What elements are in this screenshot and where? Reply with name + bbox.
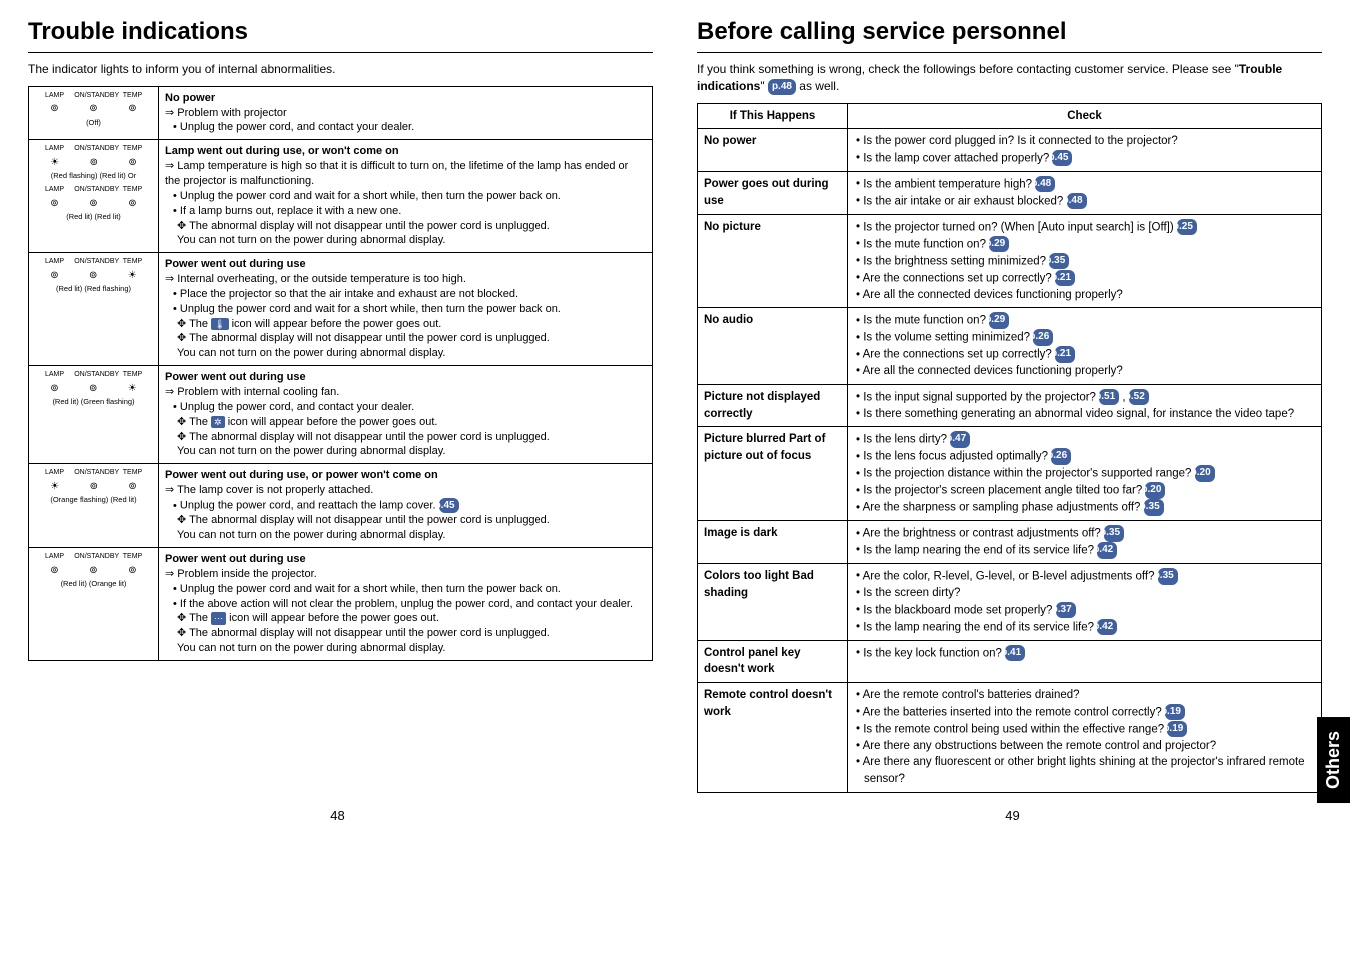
- page-number-left: 48: [330, 808, 344, 823]
- page-right: Before calling service personnel If you …: [675, 0, 1350, 833]
- page-ref: p.20: [1145, 482, 1165, 499]
- page-left: Trouble indications The indicator lights…: [0, 0, 675, 833]
- page-ref: p.21: [1055, 346, 1075, 363]
- page-ref: p.45: [1052, 150, 1072, 167]
- page-ref: p.42: [1097, 542, 1117, 559]
- page-ref: p.19: [1165, 704, 1185, 721]
- trouble-intro: The indicator lights to inform you of in…: [28, 61, 653, 78]
- check-table: If This Happens Check No powerIs the pow…: [697, 103, 1322, 793]
- page-ref: p.51: [1099, 389, 1119, 406]
- symptom: Picture blurred Part of picture out of f…: [698, 427, 848, 521]
- page-ref: p.47: [950, 431, 970, 448]
- indicator-description: No powerProblem with projectorUnplug the…: [159, 86, 653, 140]
- check-list: Is the key lock function on? p.41: [848, 640, 1322, 682]
- symptom: Remote control doesn't work: [698, 683, 848, 793]
- trouble-title: Trouble indications: [28, 18, 653, 46]
- page-ref: p.29: [989, 236, 1009, 253]
- page-ref: p.21: [1055, 270, 1075, 287]
- indicator-lights: LAMPON/STANDBYTEMP⊚⊚☀(Red lit) (Green fl…: [29, 366, 159, 464]
- check-list: Are the brightness or contrast adjustmen…: [848, 521, 1322, 564]
- page-ref: p.19: [1167, 721, 1187, 738]
- symptom: No picture: [698, 214, 848, 307]
- check-list: Is the power cord plugged in? Is it conn…: [848, 129, 1322, 172]
- check-list: Is the input signal supported by the pro…: [848, 384, 1322, 427]
- indicator-lights: LAMPON/STANDBYTEMP⊚⊚⊚(Off): [29, 86, 159, 140]
- rule: [697, 52, 1322, 53]
- check-list: Is the ambient temperature high? p.48Is …: [848, 171, 1322, 214]
- th-happens: If This Happens: [698, 103, 848, 129]
- page-ref: p.48: [768, 79, 796, 95]
- symptom: No audio: [698, 308, 848, 385]
- page-ref: p.25: [1177, 219, 1197, 236]
- indicator-lights: LAMPON/STANDBYTEMP⊚⊚☀(Red lit) (Red flas…: [29, 253, 159, 366]
- check-list: Are the remote control's batteries drain…: [848, 683, 1322, 793]
- check-list: Is the lens dirty? p.47Is the lens focus…: [848, 427, 1322, 521]
- page-ref: p.35: [1104, 525, 1124, 542]
- page-ref: p.48: [1067, 193, 1087, 210]
- page-ref: p.48: [1035, 176, 1055, 193]
- warning-icon: ⋯: [211, 612, 226, 624]
- indicator-lights: LAMPON/STANDBYTEMP⊚⊚⊚(Red lit) (Orange l…: [29, 548, 159, 661]
- warning-icon: ✲: [211, 416, 225, 428]
- indicator-description: Power went out during useProblem inside …: [159, 548, 653, 661]
- service-intro: If you think something is wrong, check t…: [697, 61, 1322, 95]
- rule: [28, 52, 653, 53]
- check-list: Are the color, R-level, G-level, or B-le…: [848, 564, 1322, 641]
- page-number-right: 49: [1005, 808, 1019, 823]
- page-ref: p.41: [1005, 645, 1025, 662]
- warning-icon: 🌡: [211, 318, 228, 330]
- indications-table: LAMPON/STANDBYTEMP⊚⊚⊚(Off)No powerProble…: [28, 86, 653, 661]
- check-list: Is the mute function on? p.29Is the volu…: [848, 308, 1322, 385]
- th-check: Check: [848, 103, 1322, 129]
- page-ref: p.35: [1158, 568, 1178, 585]
- page-ref: p.52: [1129, 389, 1149, 406]
- service-title: Before calling service personnel: [697, 18, 1322, 46]
- symptom: Control panel key doesn't work: [698, 640, 848, 682]
- page-ref: p.20: [1195, 465, 1215, 482]
- indicator-description: Lamp went out during use, or won't come …: [159, 140, 653, 253]
- page-ref: p.45: [439, 498, 459, 514]
- page-ref: p.35: [1144, 499, 1164, 516]
- check-list: Is the projector turned on? (When [Auto …: [848, 214, 1322, 307]
- symptom: Power goes out during use: [698, 171, 848, 214]
- indicator-lights: LAMPON/STANDBYTEMP☀⊚⊚(Orange flashing) (…: [29, 464, 159, 548]
- page-ref: p.26: [1051, 448, 1071, 465]
- symptom: Picture not displayed correctly: [698, 384, 848, 427]
- indicator-lights: LAMPON/STANDBYTEMP☀⊚⊚(Red flashing) (Red…: [29, 140, 159, 253]
- page-ref: p.35: [1049, 253, 1069, 270]
- indicator-description: Power went out during use, or power won'…: [159, 464, 653, 548]
- symptom: Colors too light Bad shading: [698, 564, 848, 641]
- page-ref: p.37: [1056, 602, 1076, 619]
- page-ref: p.29: [989, 312, 1009, 329]
- symptom: Image is dark: [698, 521, 848, 564]
- page-ref: p.42: [1097, 619, 1117, 636]
- indicator-description: Power went out during useProblem with in…: [159, 366, 653, 464]
- page-ref: p.26: [1033, 329, 1053, 346]
- side-tab-others: Others: [1317, 717, 1350, 803]
- indicator-description: Power went out during useInternal overhe…: [159, 253, 653, 366]
- symptom: No power: [698, 129, 848, 172]
